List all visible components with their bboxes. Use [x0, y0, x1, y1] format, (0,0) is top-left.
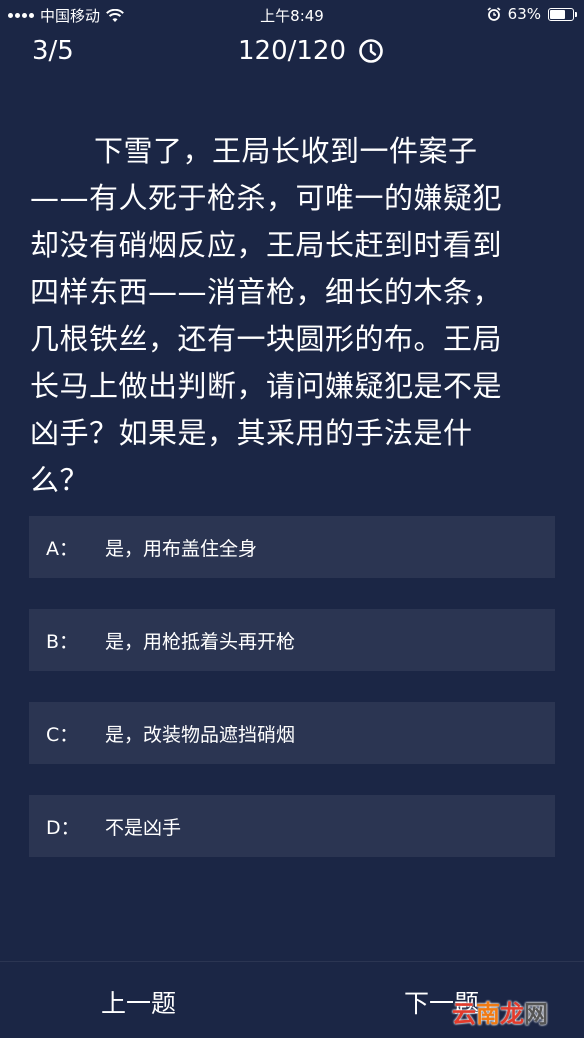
option-text: 是，用布盖住全身 [105, 537, 258, 560]
option-a[interactable]: A： 是，用布盖住全身 [29, 516, 555, 578]
question-text: 下雪了，王局长收到一件案子——有人死于枪杀，可唯一的嫌疑犯却没有硝烟反应，王局长… [30, 134, 503, 497]
quiz-screen: 中国移动 上午8:49 63% 3/5 120/120 下雪了，王局长收到一件案… [0, 0, 584, 1038]
alarm-icon [487, 7, 501, 21]
option-text: 是，改装物品遮挡硝烟 [105, 723, 296, 746]
previous-question-button[interactable]: 上一题 [101, 984, 176, 1020]
option-text: 是，用枪抵着头再开枪 [105, 630, 296, 653]
battery-icon [548, 7, 577, 21]
countdown-timer: 120/120 [238, 36, 384, 66]
option-d[interactable]: D： 不是凶手 [29, 795, 555, 857]
nav-divider [0, 961, 584, 962]
option-letter: C： [46, 723, 79, 746]
battery-percent: 63% [507, 5, 541, 23]
watermark-logo: 云南龙网 [452, 999, 548, 1028]
option-letter: D： [46, 816, 80, 839]
option-b[interactable]: B： 是，用枪抵着头再开枪 [29, 609, 555, 671]
status-bar: 中国移动 上午8:49 63% [0, 0, 584, 30]
status-bar-right: 63% [487, 5, 577, 23]
option-letter: A： [46, 537, 78, 560]
option-text: 不是凶手 [105, 816, 182, 839]
timer-label: 120/120 [238, 36, 347, 66]
option-letter: B： [46, 630, 79, 653]
question-progress: 3/5 [32, 36, 74, 66]
battery-level [550, 9, 566, 19]
clock-icon [359, 39, 383, 63]
option-c[interactable]: C： 是，改装物品遮挡硝烟 [29, 702, 555, 764]
